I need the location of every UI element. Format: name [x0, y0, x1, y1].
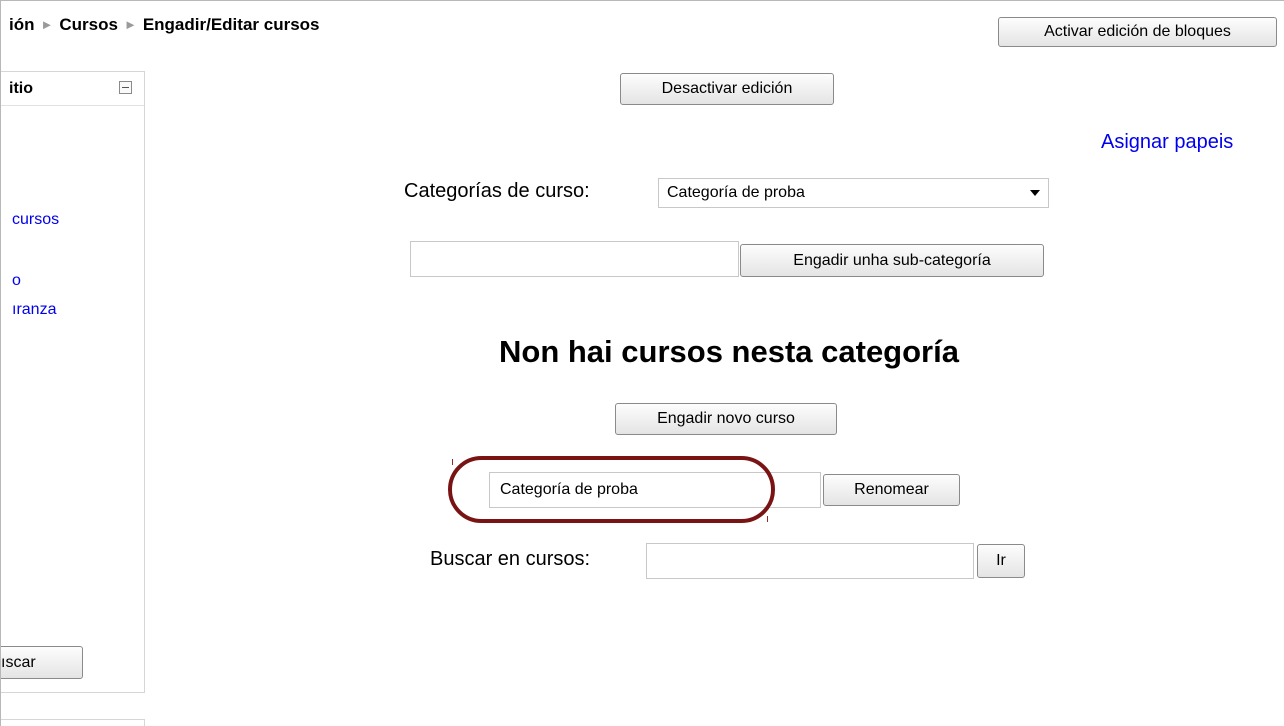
categoria-select[interactable]: Categoría de proba	[658, 178, 1049, 208]
categoria-select-value: Categoría de proba	[667, 184, 805, 201]
breadcrumb-separator-icon: ►	[123, 17, 137, 32]
categorias-label: Categorías de curso:	[404, 180, 590, 202]
no-courses-heading: Non hai cursos nesta categoría	[499, 334, 959, 369]
activar-edicion-bloques-button[interactable]: Activar edición de bloques	[998, 17, 1277, 47]
sidebar-block-header: itio	[1, 72, 144, 106]
desactivar-edicion-button[interactable]: Desactivar edición	[620, 73, 834, 105]
search-courses-input[interactable]	[646, 543, 974, 579]
go-button[interactable]: Ir	[977, 544, 1025, 578]
page: ión ► Cursos ► Engadir/Editar cursos Activar…	[0, 0, 1284, 726]
breadcrumb: ión ► Cursos ► Engadir/Editar cursos	[9, 15, 320, 35]
search-courses-label: Buscar en cursos:	[430, 548, 591, 570]
breadcrumb-item-cursos[interactable]: Cursos	[59, 15, 118, 34]
sidebar-search-button[interactable]: ıscar	[1, 646, 83, 679]
breadcrumb-item-current: Engadir/Editar cursos	[142, 15, 320, 34]
highlight-mark	[767, 516, 768, 522]
sidebar-link-3[interactable]: ıranza	[12, 301, 56, 319]
rename-button[interactable]: Renomear	[823, 474, 960, 506]
collapse-icon[interactable]	[119, 81, 132, 94]
sidebar-next-block	[1, 719, 145, 726]
add-course-button[interactable]: Engadir novo curso	[615, 403, 837, 435]
breadcrumb-separator-icon: ►	[40, 17, 54, 32]
rename-category-input[interactable]: Categoría de proba	[489, 472, 821, 508]
sidebar-link-2[interactable]: o	[12, 272, 21, 290]
sidebar-link-cursos[interactable]: cursos	[12, 211, 59, 229]
asignar-papeis-link[interactable]: Asignar papeis	[1101, 131, 1233, 154]
breadcrumb-item-administracion[interactable]: ión	[9, 15, 35, 34]
chevron-down-icon	[1030, 190, 1040, 196]
sidebar-block: itio cursos o ıranza	[1, 71, 145, 693]
highlight-mark	[452, 459, 453, 465]
add-subcategory-button[interactable]: Engadir unha sub-categoría	[740, 244, 1044, 277]
sidebar-block-title: itio	[9, 80, 33, 97]
subcategory-input[interactable]	[410, 241, 739, 277]
